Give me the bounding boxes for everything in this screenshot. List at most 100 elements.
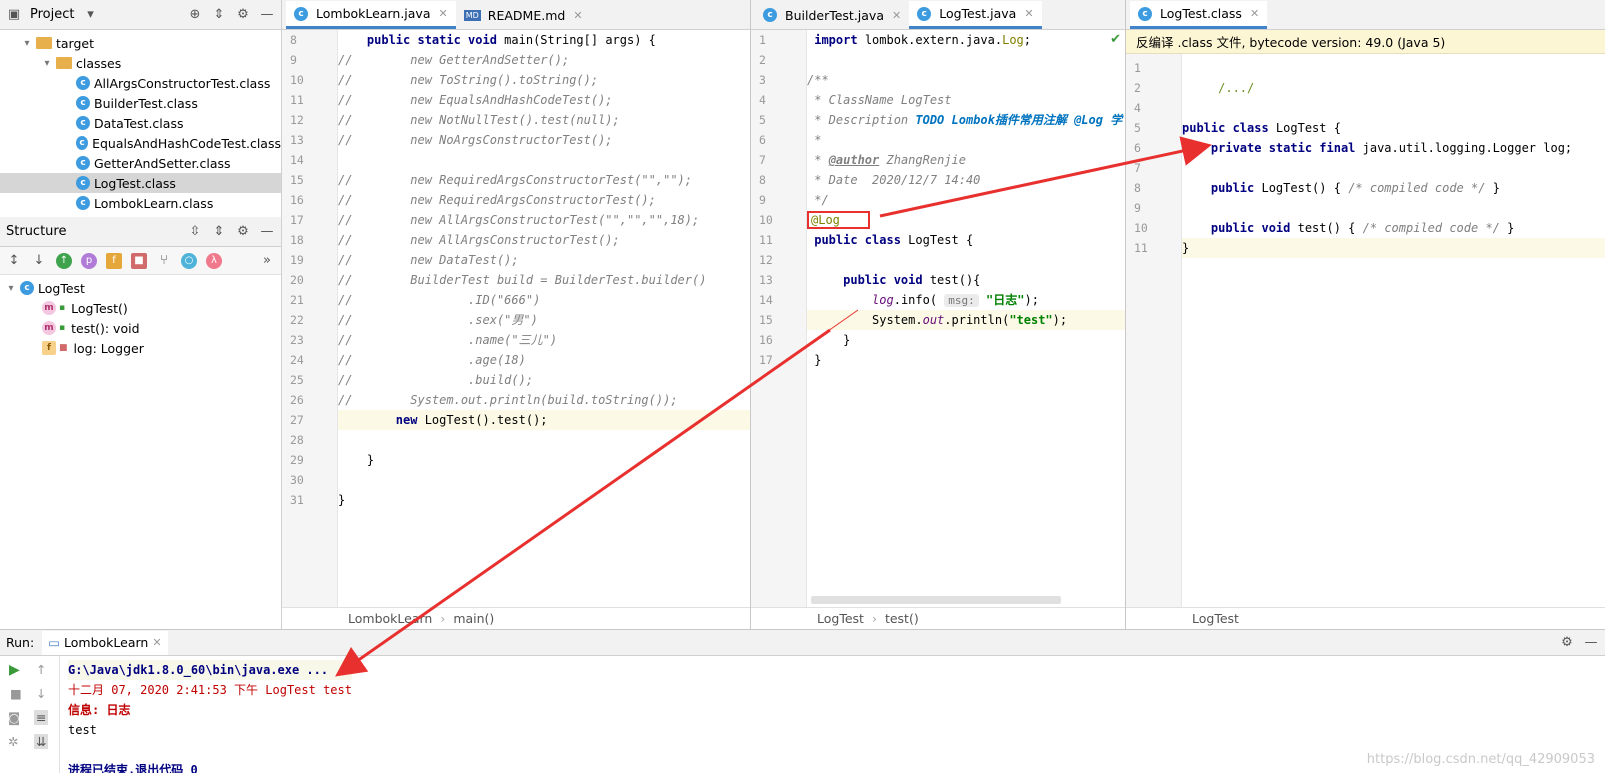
locate-icon[interactable]: ⊕ (187, 7, 203, 23)
rerun-icon[interactable]: ▶ (9, 662, 20, 678)
line-number: 15 (759, 313, 773, 327)
more-icon[interactable]: » (259, 253, 275, 269)
project-tree-item[interactable]: c AllArgsConstructorTest.class (0, 73, 281, 93)
project-tree-item[interactable]: ▾ target (0, 33, 281, 53)
line-number: 5 (759, 113, 766, 127)
editor-tab[interactable]: c LogTest.class ✕ (1130, 1, 1268, 29)
sort-alpha-icon[interactable]: ↓ (31, 253, 47, 269)
close-icon[interactable]: ✕ (1024, 7, 1033, 20)
show-inherited-icon[interactable]: ↑ (56, 252, 72, 269)
close-icon[interactable]: ✕ (152, 636, 161, 649)
run-tab[interactable]: ▭ LombokLearn ✕ (42, 630, 168, 655)
show-properties-icon[interactable]: p (81, 252, 97, 269)
breadcrumb-item[interactable]: LogTest (817, 611, 864, 626)
settings-icon[interactable]: ✲ (8, 734, 18, 749)
arrow-up-icon[interactable]: ↑ (36, 662, 46, 677)
line-number: 17 (759, 353, 773, 367)
structure-member[interactable]: m ▪ test(): void (0, 318, 281, 338)
close-icon[interactable]: ✕ (892, 9, 901, 22)
line-number: 8 (1134, 181, 1141, 195)
class-icon: c (294, 6, 308, 21)
breadcrumb-separator-icon: › (871, 611, 877, 626)
chevron-down-icon[interactable]: ▾ (4, 283, 18, 294)
editor-tab[interactable]: c LombokLearn.java ✕ (286, 1, 456, 29)
breadcrumb-item[interactable]: LogTest (1192, 611, 1239, 626)
structure-members: m ▪ LogTest() m ▪ test(): void f ■ log: Logger (0, 298, 281, 358)
chevron-down-icon[interactable]: ▾ (20, 38, 34, 49)
project-tree-item[interactable]: ▾ classes (0, 53, 281, 73)
gear-icon[interactable]: ⚙ (235, 7, 251, 23)
minimize-icon[interactable]: — (259, 7, 275, 23)
structure-member[interactable]: m ▪ LogTest() (0, 298, 281, 318)
line-number: 29 (290, 453, 304, 467)
checkmark-icon: ✔ (1110, 32, 1121, 47)
line-number: 9 (290, 53, 297, 67)
gear-icon[interactable]: ⚙ (235, 224, 251, 240)
project-tree-item[interactable]: c BuilderTest.class (0, 93, 281, 113)
close-icon[interactable]: ✕ (439, 7, 448, 20)
line-gutter: 8 9 10 11 12 13 14 15 16 17 18 19 20 21 22 23 24 25 26 27 28… (282, 30, 338, 609)
sort-visibility-icon[interactable]: ↕ (6, 253, 22, 269)
show-fields-icon[interactable]: f (106, 252, 122, 269)
chevron-down-icon[interactable]: ▾ (82, 7, 98, 23)
show-lambdas-icon[interactable]: ○ (181, 252, 197, 269)
scroll-to-end-icon[interactable]: ⇊ (34, 734, 49, 749)
line-number: 13 (759, 273, 773, 287)
project-title[interactable]: Project (30, 7, 74, 22)
collapse-all-icon[interactable]: ⇕ (211, 224, 227, 240)
soft-wrap-icon[interactable]: ≡ (34, 710, 49, 725)
editor-tab[interactable]: MD README.md ✕ (456, 1, 591, 29)
console-output[interactable]: G:\Java\jdk1.8.0_60\bin\java.exe ... 十二月… (68, 660, 352, 773)
code-area[interactable]: public static void main(String[] args) {… (338, 30, 750, 510)
visibility-public-icon: ▪ (59, 303, 66, 313)
close-icon[interactable]: ✕ (573, 9, 582, 22)
project-tree-item[interactable]: c DataTest.class (0, 113, 281, 133)
editor-logtest-class: c LogTest.class ✕ 反编译 .class 文件, bytecode … (1126, 0, 1605, 629)
expand-all-icon[interactable]: ⇳ (187, 224, 203, 240)
breadcrumb-item[interactable]: main() (453, 611, 494, 626)
editor-tab-label: BuilderTest.java (785, 7, 884, 23)
show-non-public-icon[interactable]: ■ (131, 252, 147, 269)
project-tree-item[interactable]: c LombokLearn.class (0, 193, 281, 213)
line-number: 21 (290, 293, 304, 307)
project-tree-item[interactable]: c LogTest.class (0, 173, 281, 193)
chevron-down-icon[interactable]: ▾ (40, 58, 54, 69)
project-tree-item-label: DataTest.class (94, 115, 184, 131)
visibility-public-icon: ▪ (59, 323, 66, 333)
project-tree-item[interactable]: c EqualsAndHashCodeTest.class (0, 133, 281, 153)
code-area[interactable]: import lombok.extern.java.Log; /** * Cla… (807, 30, 1125, 370)
minimize-icon[interactable]: — (259, 224, 275, 240)
breadcrumb-item[interactable]: test() (885, 611, 919, 626)
editor-tabbar: c LogTest.class ✕ (1126, 0, 1605, 30)
arrow-down-icon[interactable]: ↓ (36, 686, 46, 701)
structure-member[interactable]: f ■ log: Logger (0, 338, 281, 358)
minimize-icon[interactable]: — (1583, 635, 1599, 651)
code-area[interactable]: /.../ public class LogTest { private sta… (1182, 58, 1605, 258)
lambda-icon[interactable]: λ (206, 252, 222, 269)
line-number: 13 (290, 133, 304, 147)
editor-tab[interactable]: c BuilderTest.java ✕ (755, 1, 909, 29)
run-label: Run: (6, 635, 35, 650)
line-number: 28 (290, 433, 304, 447)
breadcrumb-item[interactable]: LombokLearn (348, 611, 432, 626)
line-number: 10 (290, 73, 304, 87)
horizontal-scrollbar[interactable] (811, 596, 1061, 604)
project-tree-item-label: AllArgsConstructorTest.class (94, 75, 271, 91)
project-tree-item[interactable]: c GetterAndSetter.class (0, 153, 281, 173)
line-number: 27 (290, 413, 304, 427)
line-number: 11 (1134, 241, 1148, 255)
stop-icon[interactable]: ■ (10, 686, 22, 701)
close-icon[interactable]: ✕ (1250, 7, 1259, 20)
line-gutter: 1 2 3 4 5 6 7 8 9 10 11 12 13 14 15 16 17 (751, 30, 807, 609)
class-icon: c (76, 156, 90, 170)
editor-tab[interactable]: c LogTest.java ✕ (909, 1, 1042, 29)
breadcrumb: LogTest › test() (751, 607, 1125, 629)
gear-icon[interactable]: ⚙ (1559, 635, 1575, 651)
line-number: 2 (759, 53, 766, 67)
line-number: 16 (759, 333, 773, 347)
collapse-all-icon[interactable]: ⇕ (211, 7, 227, 23)
structure-root[interactable]: ▾ c LogTest (0, 278, 281, 298)
show-anonymous-icon[interactable]: ⑂ (156, 253, 172, 269)
camera-icon[interactable]: ◙ (8, 710, 20, 725)
